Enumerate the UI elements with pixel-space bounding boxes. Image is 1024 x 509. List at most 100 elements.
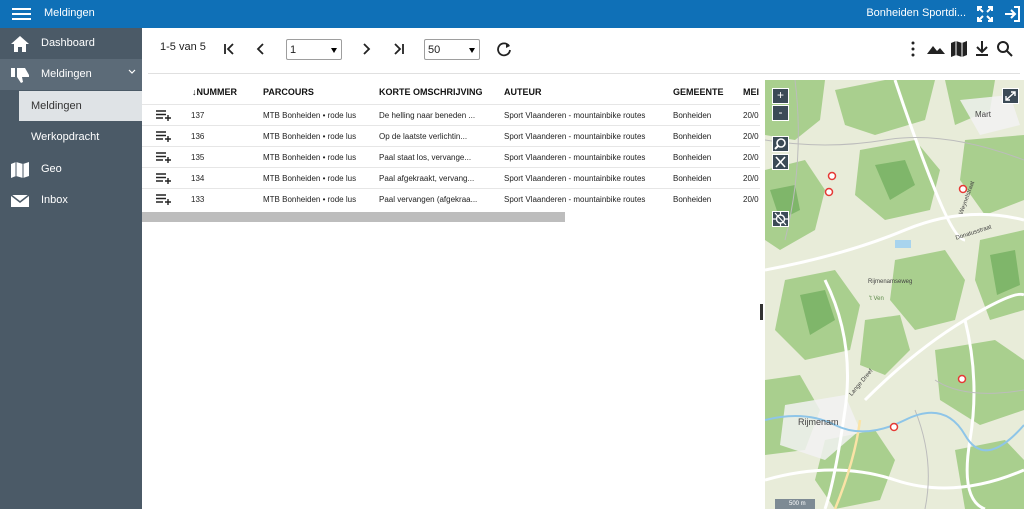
map-label-t-ven: 't Ven: [869, 296, 884, 302]
dropdown-arrow-icon: [331, 48, 337, 53]
map-fullscreen-button[interactable]: [1002, 88, 1019, 104]
sidebar-item-inbox[interactable]: Inbox: [0, 185, 142, 216]
playlist-add-icon[interactable]: [156, 173, 172, 184]
cell-auteur: Sport Vlaanderen - mountainbike routes: [504, 111, 646, 120]
user-name[interactable]: Bonheiden Sportdi...: [866, 7, 966, 19]
sidebar-subitem-meldingen[interactable]: Meldingen: [0, 90, 142, 121]
thumbs-down-icon: [11, 68, 29, 83]
cell-parcours: MTB Bonheiden • rode lus: [263, 132, 357, 141]
cell-parcours: MTB Bonheiden • rode lus: [263, 111, 357, 120]
cell-parcours: MTB Bonheiden • rode lus: [263, 195, 357, 204]
refresh-icon[interactable]: [493, 38, 515, 60]
map-label-rijmenamseweg: Rijmenamseweg: [868, 279, 913, 285]
cell-gemeente: Bonheiden: [673, 111, 712, 120]
magnifier-icon: [774, 138, 786, 150]
zoom-out-button[interactable]: -: [772, 105, 789, 121]
cell-mei: 20/0: [743, 195, 759, 204]
column-header-auteur[interactable]: AUTEUR: [504, 87, 542, 97]
more-options-icon[interactable]: [902, 38, 924, 60]
cell-mei: 20/0: [743, 153, 759, 162]
home-icon: [11, 36, 29, 52]
terrain-icon[interactable]: [925, 38, 947, 60]
first-page-icon[interactable]: [218, 38, 240, 60]
gps-off-icon: [773, 212, 788, 226]
clear-map-button[interactable]: [772, 154, 789, 170]
sidebar-subitem-label: Werkopdracht: [31, 131, 100, 143]
sidebar-item-label: Geo: [41, 163, 62, 175]
cell-nummer: 135: [191, 153, 205, 162]
cell-mei: 20/0: [743, 132, 759, 141]
table-row[interactable]: 136 MTB Bonheiden • rode lus Op de laats…: [142, 125, 760, 146]
cell-auteur: Sport Vlaanderen - mountainbike routes: [504, 174, 646, 183]
previous-page-icon[interactable]: [250, 38, 272, 60]
map-icon: [11, 162, 29, 178]
map-marker: [957, 374, 967, 384]
record-count: 1-5 van 5: [160, 41, 206, 53]
sidebar: Dashboard Meldingen Meldingen Werkopdrac…: [0, 28, 142, 509]
table-row[interactable]: 137 MTB Bonheiden • rode lus De helling …: [142, 104, 760, 125]
playlist-add-icon[interactable]: [156, 152, 172, 163]
playlist-add-icon[interactable]: [156, 110, 172, 121]
map-tiles: [765, 80, 1024, 509]
column-header-nummer[interactable]: ↓NUMMER: [192, 87, 237, 97]
horizontal-scrollbar[interactable]: [142, 212, 565, 222]
column-header-gemeente[interactable]: GEMEENTE: [673, 87, 724, 97]
page-size-select[interactable]: 50: [424, 39, 480, 60]
map-view[interactable]: Rijmenam Mart Rijmenamseweg 't Ven Donat…: [765, 80, 1024, 509]
sidebar-subitem-werkopdracht[interactable]: Werkopdracht: [0, 122, 142, 153]
table-row[interactable]: 134 MTB Bonheiden • rode lus Paal afgekr…: [142, 167, 760, 188]
page-size-value: 50: [428, 44, 441, 56]
page-select[interactable]: 1: [286, 39, 342, 60]
list-toolbar: 1-5 van 5 1 50: [148, 28, 1020, 74]
cell-mei: 20/0: [743, 111, 759, 120]
expand-icon: [1005, 91, 1016, 101]
fullscreen-icon[interactable]: [975, 4, 995, 24]
page-select-value: 1: [290, 44, 297, 56]
sidebar-item-geo[interactable]: Geo: [0, 154, 142, 185]
table-row[interactable]: 133 MTB Bonheiden • rode lus Paal vervan…: [142, 188, 760, 209]
cell-parcours: MTB Bonheiden • rode lus: [263, 153, 357, 162]
cell-parcours: MTB Bonheiden • rode lus: [263, 174, 357, 183]
last-page-icon[interactable]: [388, 38, 410, 60]
map-marker: [824, 187, 834, 197]
selected-highlight: Meldingen: [19, 91, 142, 121]
search-icon[interactable]: [994, 38, 1016, 60]
cell-omschrijving: Paal staat los, vervange...: [379, 153, 472, 162]
dropdown-arrow-icon: [469, 48, 475, 53]
download-icon[interactable]: [971, 38, 993, 60]
map-view-icon[interactable]: [948, 38, 970, 60]
locate-button[interactable]: [772, 211, 789, 227]
close-icon: [775, 156, 786, 168]
zoom-in-button[interactable]: +: [772, 88, 789, 104]
cell-omschrijving: Paal afgekraakt, vervang...: [379, 174, 475, 183]
column-header-parcours[interactable]: PARCOURS: [263, 87, 314, 97]
mail-icon: [10, 194, 30, 207]
column-header-omschrijving[interactable]: KORTE OMSCHRIJVING: [379, 87, 483, 97]
column-header-label: NUMMER: [196, 87, 238, 97]
zoom-to-search-button[interactable]: [772, 136, 789, 152]
cell-omschrijving: De helling naar beneden ...: [379, 111, 476, 120]
app-title: Meldingen: [44, 7, 95, 19]
map-label-rijmenam: Rijmenam: [798, 417, 839, 427]
column-header-mei[interactable]: MEI: [743, 87, 759, 97]
top-bar: Meldingen Bonheiden Sportdi...: [0, 0, 1024, 28]
map-marker: [889, 422, 899, 432]
cell-auteur: Sport Vlaanderen - mountainbike routes: [504, 153, 646, 162]
cell-omschrijving: Paal vervangen (afgekraa...: [379, 195, 478, 204]
sidebar-item-dashboard[interactable]: Dashboard: [0, 28, 142, 59]
cell-gemeente: Bonheiden: [673, 195, 712, 204]
sidebar-item-label: Dashboard: [41, 37, 95, 49]
cell-nummer: 136: [191, 132, 205, 141]
pane-resize-handle[interactable]: [760, 304, 763, 320]
next-page-icon[interactable]: [355, 38, 377, 60]
cell-gemeente: Bonheiden: [673, 132, 712, 141]
playlist-add-icon[interactable]: [156, 194, 172, 205]
logout-icon[interactable]: [1002, 4, 1022, 24]
meldingen-table: ↓NUMMER PARCOURS KORTE OMSCHRIJVING AUTE…: [142, 80, 760, 220]
menu-icon[interactable]: [12, 5, 31, 22]
sidebar-item-label: Meldingen: [41, 68, 92, 80]
table-row[interactable]: 135 MTB Bonheiden • rode lus Paal staat …: [142, 146, 760, 167]
playlist-add-icon[interactable]: [156, 131, 172, 142]
sidebar-item-meldingen[interactable]: Meldingen: [0, 59, 142, 90]
cell-gemeente: Bonheiden: [673, 153, 712, 162]
